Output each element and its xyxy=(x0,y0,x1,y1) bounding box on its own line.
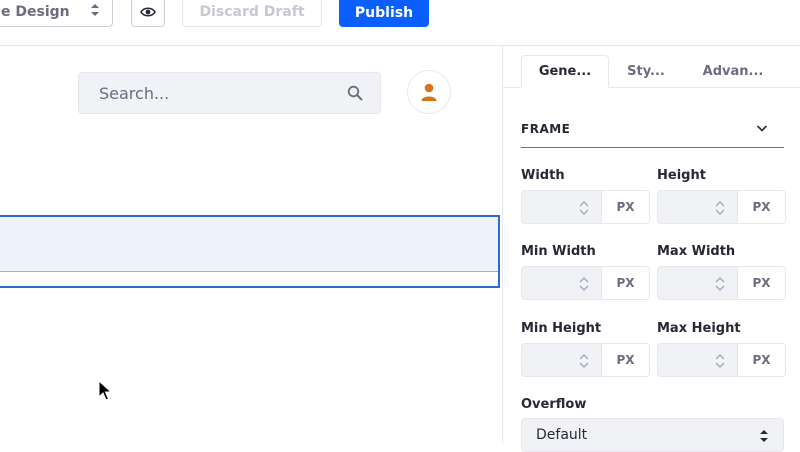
tab-advanced[interactable]: Advan... xyxy=(688,55,778,87)
min-width-field: PX xyxy=(521,266,650,300)
preview-button[interactable] xyxy=(131,0,165,27)
max-width-field: PX xyxy=(657,266,786,300)
height-input[interactable] xyxy=(657,190,738,224)
configuration-panel: Gene... Sty... Advan... FRAME Width PX H… xyxy=(502,46,800,452)
min-width-unit-button[interactable]: PX xyxy=(602,266,650,300)
spinner-icon[interactable] xyxy=(715,276,725,292)
overflow-select[interactable]: Default xyxy=(521,418,784,452)
frame-section-header[interactable]: FRAME xyxy=(521,116,784,148)
chevron-down-icon[interactable] xyxy=(756,122,768,134)
search-input[interactable] xyxy=(97,82,331,104)
panel-tabs: Gene... Sty... Advan... xyxy=(503,55,800,88)
max-width-unit-button[interactable]: PX xyxy=(738,266,786,300)
discard-draft-button[interactable]: Discard Draft xyxy=(182,0,322,27)
spinner-icon[interactable] xyxy=(715,353,725,369)
min-width-label: Min Width xyxy=(521,244,596,259)
min-height-unit-button[interactable]: PX xyxy=(602,343,650,377)
user-avatar-button[interactable] xyxy=(407,70,451,114)
search-bar xyxy=(78,72,381,114)
width-label: Width xyxy=(521,168,565,183)
mouse-pointer-icon xyxy=(98,380,112,401)
max-height-label: Max Height xyxy=(657,321,741,336)
width-input[interactable] xyxy=(521,190,602,224)
overflow-label: Overflow xyxy=(521,397,587,412)
height-unit-button[interactable]: PX xyxy=(738,190,786,224)
caret-double-icon xyxy=(760,430,768,442)
caret-double-icon xyxy=(91,4,99,16)
width-field: PX xyxy=(521,190,650,224)
page-design-select[interactable]: e Design xyxy=(0,0,113,27)
overflow-select-value: Default xyxy=(536,427,588,443)
min-height-label: Min Height xyxy=(521,321,602,336)
eye-icon xyxy=(140,7,156,17)
search-icon[interactable] xyxy=(347,85,363,101)
page-editor-canvas xyxy=(0,46,502,443)
fragment-drop-zone[interactable] xyxy=(0,217,498,272)
user-icon xyxy=(421,83,437,101)
min-height-field: PX xyxy=(521,343,650,377)
width-unit-button[interactable]: PX xyxy=(602,190,650,224)
min-width-input[interactable] xyxy=(521,266,602,300)
selected-fragment[interactable] xyxy=(0,215,500,288)
spinner-icon[interactable] xyxy=(579,276,589,292)
frame-section-title: FRAME xyxy=(521,122,571,136)
top-toolbar: e Design Discard Draft Publish xyxy=(0,0,800,46)
max-height-unit-button[interactable]: PX xyxy=(738,343,786,377)
spinner-icon[interactable] xyxy=(715,200,725,216)
tab-styles[interactable]: Sty... xyxy=(616,55,676,87)
height-field: PX xyxy=(657,190,786,224)
page-design-select-label: e Design xyxy=(1,4,70,20)
min-height-input[interactable] xyxy=(521,343,602,377)
spinner-icon[interactable] xyxy=(579,353,589,369)
height-label: Height xyxy=(657,168,706,183)
tab-general[interactable]: Gene... xyxy=(521,55,609,88)
max-height-input[interactable] xyxy=(657,343,738,377)
spinner-icon[interactable] xyxy=(579,200,589,216)
publish-button[interactable]: Publish xyxy=(339,0,429,27)
max-width-input[interactable] xyxy=(657,266,738,300)
max-width-label: Max Width xyxy=(657,244,736,259)
max-height-field: PX xyxy=(657,343,786,377)
